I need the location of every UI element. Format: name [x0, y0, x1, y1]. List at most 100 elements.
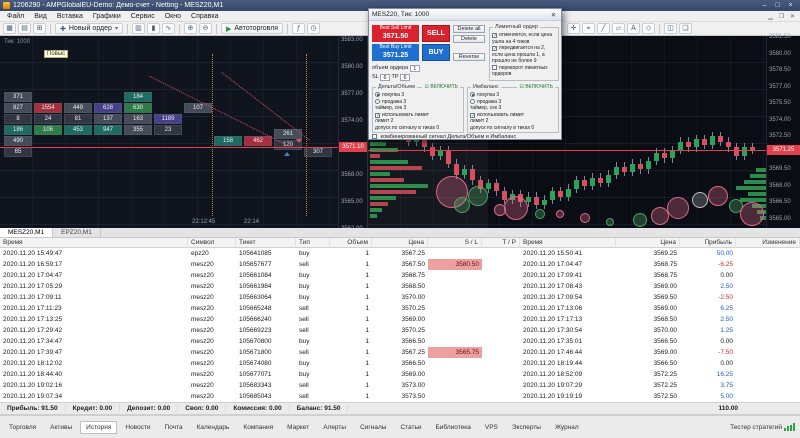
table-row[interactable]: 2020.11.20 15:49:47epz20105641085buy1356…: [0, 248, 800, 259]
column-header-2[interactable]: Тикет: [236, 238, 296, 248]
toolbox-tab-9[interactable]: Сигналы: [354, 421, 392, 434]
toolbox-tab-14[interactable]: Журнал: [549, 421, 585, 434]
bars-chart-icon[interactable]: ▥: [132, 23, 145, 34]
table-row[interactable]: 2020.11.20 17:29:42mesz20105669223sell13…: [0, 325, 800, 336]
window-tile-icon[interactable]: ◫: [664, 23, 677, 34]
close-icon[interactable]: ✕: [549, 11, 558, 19]
table-row[interactable]: 2020.11.20 16:59:17mesz20105657677sell13…: [0, 259, 800, 270]
zoom-out-icon[interactable]: ⊖: [199, 23, 212, 34]
indicators-icon[interactable]: ƒ: [292, 23, 305, 34]
channel-icon[interactable]: ▱: [612, 23, 625, 34]
table-row[interactable]: 2020.11.20 18:44:40mesz20105677071buy135…: [0, 369, 800, 380]
column-header-11[interactable]: Изменение: [736, 238, 800, 248]
checkbox-icon[interactable]: [492, 65, 497, 70]
table-row[interactable]: 2020.11.20 19:07:34mesz20105685043sell13…: [0, 391, 800, 402]
table-row[interactable]: 2020.11.20 17:34:47mesz20105670800buy135…: [0, 336, 800, 347]
column-header-3[interactable]: Тип: [296, 238, 330, 248]
text-label-icon[interactable]: A: [627, 23, 640, 34]
column-header-10[interactable]: Прибыль: [680, 238, 736, 248]
table-row[interactable]: 2020.11.20 17:09:11mesz20105663064buy135…: [0, 292, 800, 303]
close-button[interactable]: ×: [784, 2, 797, 9]
toolbox-tab-3[interactable]: Новости: [119, 421, 156, 434]
trendline-icon[interactable]: ╱: [597, 23, 610, 34]
menu-item-3[interactable]: Графики: [88, 13, 126, 20]
order-volume-stepper[interactable]: 1: [410, 65, 420, 72]
menu-item-0[interactable]: Файл: [2, 13, 29, 20]
chart-tab-0[interactable]: MESZ20,M1: [0, 228, 53, 237]
toolbox-tab-2[interactable]: История: [80, 421, 117, 434]
column-header-1[interactable]: Символ: [188, 238, 236, 248]
sell-button[interactable]: SELL: [422, 25, 450, 42]
menu-item-1[interactable]: Вид: [29, 13, 52, 20]
imbalance-enable-checkbox[interactable]: ☑ ВКЛЮЧИТЬ: [517, 84, 555, 90]
toolbox-tab-12[interactable]: VPS: [479, 421, 504, 434]
buy-button[interactable]: BUY: [422, 44, 450, 61]
crosshair-icon[interactable]: ⌖: [582, 23, 595, 34]
column-header-9[interactable]: Цена: [616, 238, 680, 248]
sl-stepper[interactable]: 6: [380, 74, 390, 81]
dialog-title-bar[interactable]: MESZ20, Тик: 1000 ✕: [369, 9, 561, 21]
cluster-chart[interactable]: Тик: 1000 Повыс 371827818649065155424106…: [0, 36, 338, 228]
new-order-button[interactable]: ✚Новый ордер▾: [55, 23, 123, 34]
toolbox-tab-4[interactable]: Почта: [159, 421, 189, 434]
dialog-option-line[interactable]: допуск по сигналу в тиках 0: [374, 125, 462, 132]
table-row[interactable]: 2020.11.20 19:02:16mesz20105683343sell13…: [0, 380, 800, 391]
chart-restore-icon[interactable]: ❐: [776, 13, 787, 20]
toolbox-tab-0[interactable]: Торговля: [3, 421, 42, 434]
menu-item-2[interactable]: Вставка: [52, 13, 88, 20]
checkbox-checked-icon[interactable]: ✓: [492, 33, 497, 38]
dialog-option-line[interactable]: переворот лимитных ордеров: [491, 65, 557, 78]
shapes-icon[interactable]: ◇: [642, 23, 655, 34]
table-row[interactable]: 2020.11.20 17:11:23mesz20105665248sell13…: [0, 303, 800, 314]
radio-icon[interactable]: [470, 92, 475, 97]
chart-tab-1[interactable]: EPZ20,M1: [53, 228, 101, 237]
chart-close-icon[interactable]: ✕: [787, 13, 798, 20]
timeframes-icon[interactable]: ◷: [307, 23, 320, 34]
column-header-7[interactable]: T / P: [482, 238, 520, 248]
delta-enable-checkbox[interactable]: ☑ ВКЛЮЧИТЬ: [422, 84, 460, 90]
dialog-option-line[interactable]: ✓передвигается на 2, если цена прошла 1,…: [491, 45, 557, 65]
table-row[interactable]: 2020.11.20 17:05:29mesz20105661984buy135…: [0, 281, 800, 292]
reverse-button[interactable]: Reverse: [453, 53, 485, 61]
new-chart-icon[interactable]: ▦: [3, 23, 16, 34]
menu-item-5[interactable]: Окно: [160, 13, 186, 20]
toolbox-tab-8[interactable]: Алерты: [317, 421, 352, 434]
toolbox-tab-5[interactable]: Календарь: [191, 421, 236, 434]
dialog-option-line[interactable]: ✓отменяется, если цена ушла на 4 тиков: [491, 32, 557, 45]
chart-minimize-icon[interactable]: ▁: [765, 13, 776, 20]
table-row[interactable]: 2020.11.20 17:13:25mesz20105666240sell13…: [0, 314, 800, 325]
toolbox-tab-6[interactable]: Компания: [237, 421, 279, 434]
radio-icon[interactable]: [375, 92, 380, 97]
delete-button[interactable]: Delete: [453, 35, 485, 43]
toolbox-tab-11[interactable]: Библиотека: [430, 421, 477, 434]
toolbox-tab-1[interactable]: Активы: [44, 421, 78, 434]
chart-profiles-icon[interactable]: ▤: [18, 23, 31, 34]
zoom-in-icon[interactable]: ⊕: [184, 23, 197, 34]
maximize-button[interactable]: □: [771, 2, 784, 9]
checkbox-checked-icon[interactable]: ✓: [470, 113, 475, 118]
checkbox-checked-icon[interactable]: ✓: [375, 113, 380, 118]
table-row[interactable]: 2020.11.20 18:12:02mesz20105674080buy135…: [0, 358, 800, 369]
radio-icon[interactable]: [375, 99, 380, 104]
window-cascade-icon[interactable]: ❏: [679, 23, 692, 34]
column-header-5[interactable]: Цена: [372, 238, 428, 248]
dialog-option-line[interactable]: допуск по сигналу в тиках 0: [469, 125, 557, 132]
column-header-0[interactable]: Время: [0, 238, 188, 248]
line-chart-icon[interactable]: ∿: [162, 23, 175, 34]
toolbox-icon[interactable]: ⊞: [33, 23, 46, 34]
radio-icon[interactable]: [470, 99, 475, 104]
candles-chart-icon[interactable]: ▮: [147, 23, 160, 34]
cursor-icon[interactable]: ✛: [567, 23, 580, 34]
toolbox-tab-13[interactable]: Эксперты: [506, 421, 547, 434]
combined-signal-row[interactable]: комбинированный сигнал Дельта/Объем и Им…: [372, 134, 516, 140]
autotrade-button[interactable]: ▶Автоторговля: [221, 23, 283, 34]
column-header-6[interactable]: S / L: [428, 238, 482, 248]
table-row[interactable]: 2020.11.20 17:04:47mesz20105661084buy135…: [0, 270, 800, 281]
toolbox-tab-7[interactable]: Маркет: [281, 421, 315, 434]
checkbox-checked-icon[interactable]: ✓: [492, 46, 497, 51]
delete-all-button[interactable]: Delete all: [453, 25, 485, 33]
combined-signal-checkbox[interactable]: [372, 134, 377, 139]
strategy-tester-label[interactable]: Тестер стратегий: [730, 424, 782, 431]
menu-item-6[interactable]: Справка: [186, 13, 223, 20]
toolbox-tab-10[interactable]: Статьи: [394, 421, 427, 434]
